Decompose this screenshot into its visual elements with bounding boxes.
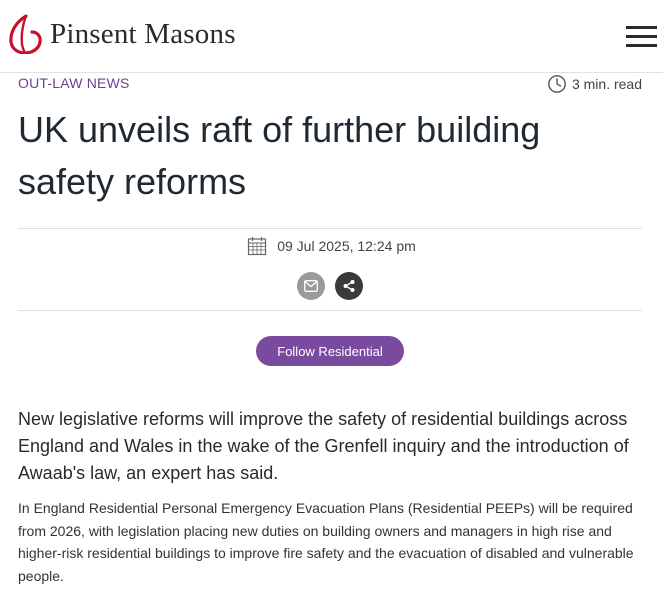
article-title: UK unveils raft of further building safe… bbox=[18, 104, 638, 208]
email-share-button[interactable] bbox=[297, 272, 325, 300]
follow-residential-button[interactable]: Follow Residential bbox=[256, 336, 404, 366]
logo-text: Pinsent Masons bbox=[50, 17, 236, 50]
share-icon bbox=[343, 280, 355, 292]
category-link[interactable]: OUT-LAW NEWS bbox=[18, 75, 130, 91]
read-time-text: 3 min. read bbox=[571, 76, 642, 92]
clock-icon bbox=[548, 75, 566, 93]
article-body-paragraph: In England Residential Personal Emergenc… bbox=[18, 500, 634, 584]
hamburger-menu-icon[interactable] bbox=[626, 26, 658, 48]
divider-bottom bbox=[18, 310, 642, 311]
article-lead: New legislative reforms will improve the… bbox=[18, 409, 629, 483]
logo-mark-icon bbox=[9, 14, 42, 54]
share-actions bbox=[297, 272, 363, 300]
article-meta: OUT-LAW NEWS 3 min. read bbox=[18, 73, 642, 93]
title-line-2: safety reforms bbox=[18, 161, 247, 202]
share-button[interactable] bbox=[335, 272, 363, 300]
title-line-1: UK unveils raft of further building bbox=[18, 109, 541, 150]
publish-date: 09 Jul 2025, 12:24 pm bbox=[277, 238, 416, 254]
divider-top bbox=[18, 228, 642, 229]
publish-date-row: 09 Jul 2025, 12:24 pm bbox=[0, 236, 663, 256]
pinsent-masons-logo[interactable]: Pinsent Masons bbox=[8, 14, 236, 54]
read-time: 3 min. read bbox=[547, 74, 642, 94]
email-icon bbox=[304, 280, 318, 292]
site-header: Pinsent Masons bbox=[0, 0, 663, 73]
calendar-icon bbox=[248, 237, 267, 256]
